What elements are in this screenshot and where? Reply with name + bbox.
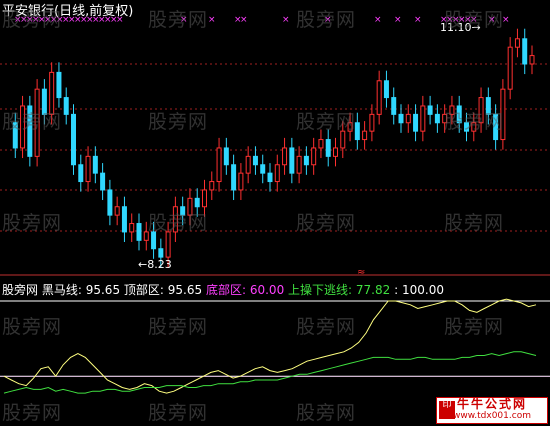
legend-bottom-label: 底部区: [205,283,247,297]
candle-up [85,155,91,183]
watermark: 股旁网 [444,9,505,31]
candle-down [121,206,127,233]
candle-up [274,164,280,183]
watermark: 股旁网 [148,9,209,31]
updown-line [3,351,537,394]
candle-down [398,113,404,124]
candle-up [216,147,222,183]
signal-x-mark: × [414,15,422,25]
event-marker: ≈ [357,267,365,278]
candle-up [369,113,375,132]
candle-up [333,147,338,157]
watermark: 股旁网 [296,402,357,424]
signal-x-mark: × [240,15,248,25]
candle-down [63,97,69,115]
site-logo: 印 牛牛公式网 www.tdx001.com [436,397,548,424]
watermark: 股旁网 [148,111,209,133]
legend-updown-value: 77.82 [355,283,391,297]
watermark: 股旁网 [2,402,63,424]
watermark: 股旁网 [2,212,63,234]
candle-down [252,155,258,166]
chart-window: { "chart_data": [ { "type": "candlestick… [0,0,550,426]
candle-down [427,105,433,115]
watermark: 股旁网 [296,316,357,338]
watermark: 股旁网 [2,111,63,133]
candle-up [376,80,382,115]
indicator-legend: 股旁网 黑马线: 95.65 顶部区: 95.65 底部区: 60.00 上操下… [2,281,444,298]
candle-up [238,172,244,191]
candle-up [514,38,520,48]
candle-down [289,147,295,174]
watermark: 股旁网 [296,111,357,133]
seal-icon: 印 [439,401,455,419]
candle-down [194,197,200,208]
candle-down [136,223,142,241]
watermark: 股旁网 [444,212,505,234]
candle-up [311,147,317,166]
candle-up [318,139,324,149]
candle-up [165,231,171,258]
candle-down [223,147,229,166]
candle-down [434,113,440,124]
candle-down [158,248,164,258]
candle-up [296,155,302,174]
candle-up [245,155,251,174]
legend-updown-label: 上操下逃线: [288,283,353,297]
candle-down [325,139,331,157]
candle-down [413,113,419,132]
signal-x-mark: × [374,15,382,25]
candle-down [78,164,84,183]
watermark: 股旁网 [2,316,63,338]
signal-x-mark: × [208,15,216,25]
watermark: 股旁网 [148,402,209,424]
candle-down [303,155,309,166]
candle-up [202,189,207,208]
candle-down [100,172,106,191]
legend-heima-label: 黑马线: [41,283,82,297]
legend-hundred-value: 100.00 [401,283,444,297]
candle-down [231,164,237,191]
legend-bottom-value: 60.00 [249,283,285,297]
candle-up [209,181,215,191]
legend-top-label: 顶部区: [123,283,164,297]
watermark: 股旁网 [444,111,505,133]
watermark: 股旁网 [2,9,63,31]
legend-heima-value: 95.65 [85,283,121,297]
legend-top-value: 95.65 [167,283,203,297]
candle-down [56,71,62,99]
candle-up [529,55,535,65]
candle-up [507,46,513,90]
price-guide-lines [0,63,550,232]
price-annotations: ←8.2311.10→≈ [138,21,481,278]
candle-up [405,113,411,124]
candle-down [383,80,389,99]
signal-x-mark: × [394,15,402,25]
watermark: 股旁网 [444,316,505,338]
legend-hundred-label: : [394,283,399,297]
signal-x-mark: × [282,15,290,25]
candle-down [107,189,113,216]
candle-up [282,147,288,166]
candle-down [267,172,273,183]
candle-up [129,223,135,233]
watermark: 股旁网 [148,316,209,338]
watermark: 股旁网 [148,212,209,234]
candle-up [114,206,120,216]
watermark: 股旁网 [296,9,357,31]
candle-down [92,155,98,174]
candle-up [420,105,426,132]
candle-down [260,164,266,174]
candle-down [391,97,397,115]
candle-down [522,38,528,65]
low-price-label: ←8.23 [138,258,172,271]
watermark: 股旁网 [296,212,357,234]
candle-down [71,113,76,166]
legend-name: 股旁网 [2,283,39,297]
candle-up [362,130,368,141]
